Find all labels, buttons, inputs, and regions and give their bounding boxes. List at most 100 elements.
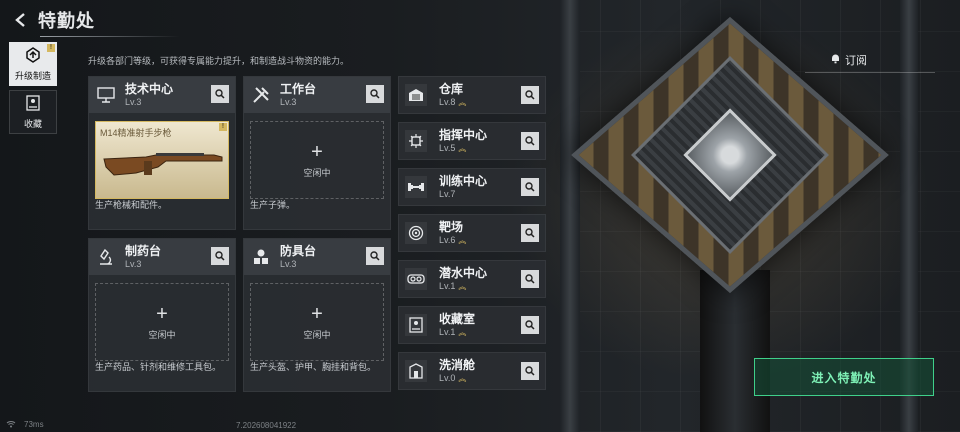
- search-icon[interactable]: [211, 247, 229, 265]
- panel-header: 工作台 Lv.3: [244, 77, 390, 113]
- department-name: 制药台: [125, 244, 162, 258]
- department-footer: 生产药品、针剂和维修工具包。: [95, 362, 222, 372]
- back-arrow-icon[interactable]: [8, 7, 34, 33]
- production-slot[interactable]: + 空闲中: [250, 121, 384, 199]
- enter-special-ops-button[interactable]: 进入特勤处: [754, 358, 934, 396]
- facility-name: 洗消舱: [439, 357, 476, 372]
- search-icon[interactable]: [211, 85, 229, 103]
- facility-decon-chamber[interactable]: 洗消舱 Lv.0 ︽: [398, 352, 546, 390]
- upgrade-arrow-icon: ︽: [458, 235, 467, 245]
- facility-diving-center[interactable]: 潜水中心 Lv.1 ︽: [398, 260, 546, 298]
- department-card-tech-center[interactable]: 技术中心 Lv.3 ! M14精准射手步枪 生产枪械和配件。: [88, 76, 236, 230]
- department-footer: 生产子弹。: [250, 200, 296, 210]
- special-ops-crate[interactable]: [571, 16, 889, 294]
- facility-name: 收藏室: [439, 311, 476, 326]
- facility-command-center[interactable]: 指挥中心 Lv.5 ︽: [398, 122, 546, 160]
- ping-value: 73ms: [24, 420, 44, 429]
- upgrade-arrow-icon: ︽: [458, 327, 467, 337]
- department-name: 防具台: [280, 244, 317, 258]
- slot-item-name: M14精准射手步枪: [100, 128, 172, 138]
- nav-item-label: 升级制造: [14, 70, 51, 81]
- nav-item-label: 收藏: [23, 118, 42, 129]
- facility-shooting-range[interactable]: 靶场 Lv.6 ︽: [398, 214, 546, 252]
- nav-item-collection[interactable]: 收藏: [9, 90, 57, 134]
- upgrade-arrow-icon: ︽: [458, 97, 467, 107]
- facility-level: Lv.5: [439, 142, 456, 153]
- panel-header: 防具台 Lv.3: [244, 239, 390, 275]
- production-slot[interactable]: ! M14精准射手步枪: [95, 121, 229, 199]
- subscribe-label: 订阅: [845, 55, 867, 67]
- left-nav: ! 升级制造 收藏: [9, 42, 57, 138]
- search-icon[interactable]: [366, 85, 384, 103]
- facility-level: Lv.6: [439, 234, 456, 245]
- panel-header: 技术中心 Lv.3: [89, 77, 235, 113]
- title-underline: [40, 36, 180, 37]
- rifle-icon: [96, 145, 228, 185]
- target-icon: [405, 222, 427, 244]
- upgrade-icon: [25, 46, 41, 66]
- nav-badge: !: [47, 44, 55, 52]
- department-card-pharmacy[interactable]: 制药台 Lv.3 + 空闲中 生产药品、针剂和维修工具包。: [88, 238, 236, 392]
- department-footer: 生产头盔、护甲、胸挂和背包。: [250, 362, 377, 372]
- production-slot[interactable]: + 空闲中: [95, 283, 229, 361]
- facility-name: 指挥中心: [439, 127, 488, 142]
- facility-training-center[interactable]: 训练中心 Lv.7: [398, 168, 546, 206]
- facility-name: 训练中心: [439, 174, 488, 188]
- department-footer: 生产枪械和配件。: [95, 200, 168, 210]
- facility-warehouse[interactable]: 仓库 Lv.8 ︽: [398, 76, 546, 114]
- department-level: Lv.3: [125, 97, 142, 107]
- panel-header: 制药台 Lv.3: [89, 239, 235, 275]
- facility-name: 靶场: [439, 219, 464, 234]
- dumbbell-icon: [405, 176, 427, 198]
- microscope-icon: [95, 246, 117, 268]
- department-name: 工作台: [280, 82, 317, 96]
- page-title: 特勤处: [38, 11, 95, 31]
- background-pillar: [560, 0, 580, 432]
- diving-icon: [405, 268, 427, 290]
- upgrade-arrow-icon: ︽: [458, 143, 467, 153]
- plus-icon: +: [156, 302, 168, 325]
- search-icon[interactable]: [521, 132, 539, 150]
- upgrade-arrow-icon: ︽: [458, 373, 467, 383]
- search-icon[interactable]: [521, 178, 539, 196]
- search-icon[interactable]: [521, 316, 539, 334]
- search-icon[interactable]: [366, 247, 384, 265]
- tools-icon: [250, 84, 272, 106]
- bell-icon: [830, 53, 841, 67]
- facility-collection-room[interactable]: 收藏室 Lv.1 ︽: [398, 306, 546, 344]
- search-icon[interactable]: [521, 224, 539, 242]
- search-icon[interactable]: [521, 270, 539, 288]
- command-chip-icon: [405, 130, 427, 152]
- facility-name: 仓库: [439, 81, 464, 96]
- decon-icon: [405, 360, 427, 382]
- warehouse-icon: [405, 84, 427, 106]
- slot-status: 空闲中: [303, 167, 331, 178]
- facility-level: Lv.0: [439, 372, 456, 383]
- monitor-icon: [95, 84, 117, 106]
- slot-status: 空闲中: [148, 329, 176, 340]
- collection-icon: [26, 94, 40, 114]
- collection-room-icon: [405, 314, 427, 336]
- search-icon[interactable]: [521, 362, 539, 380]
- subscribe-button[interactable]: 订阅: [830, 52, 867, 68]
- armor-icon: [250, 246, 272, 268]
- divider: [805, 72, 935, 73]
- top-bar: 特勤处: [0, 0, 560, 40]
- wifi-icon: [6, 420, 16, 430]
- facility-level: Lv.1: [439, 280, 456, 291]
- department-card-armor[interactable]: 防具台 Lv.3 + 空闲中 生产头盔、护甲、胸挂和背包。: [243, 238, 391, 392]
- nav-item-upgrade[interactable]: ! 升级制造: [9, 42, 57, 86]
- facility-level: Lv.8: [439, 96, 456, 107]
- department-name: 技术中心: [125, 82, 174, 96]
- slot-badge: !: [219, 123, 227, 131]
- slot-status: 空闲中: [303, 329, 331, 340]
- build-version: 7.202608041922: [236, 421, 297, 430]
- page-description: 升级各部门等级，可获得专属能力提升，和制造战斗物资的能力。: [88, 56, 350, 66]
- search-icon[interactable]: [521, 86, 539, 104]
- facility-name: 潜水中心: [439, 265, 488, 280]
- department-card-workbench[interactable]: 工作台 Lv.3 + 空闲中 生产子弹。: [243, 76, 391, 230]
- department-level: Lv.3: [280, 259, 297, 269]
- facility-level: Lv.1: [439, 326, 456, 337]
- plus-icon: +: [311, 302, 323, 325]
- production-slot[interactable]: + 空闲中: [250, 283, 384, 361]
